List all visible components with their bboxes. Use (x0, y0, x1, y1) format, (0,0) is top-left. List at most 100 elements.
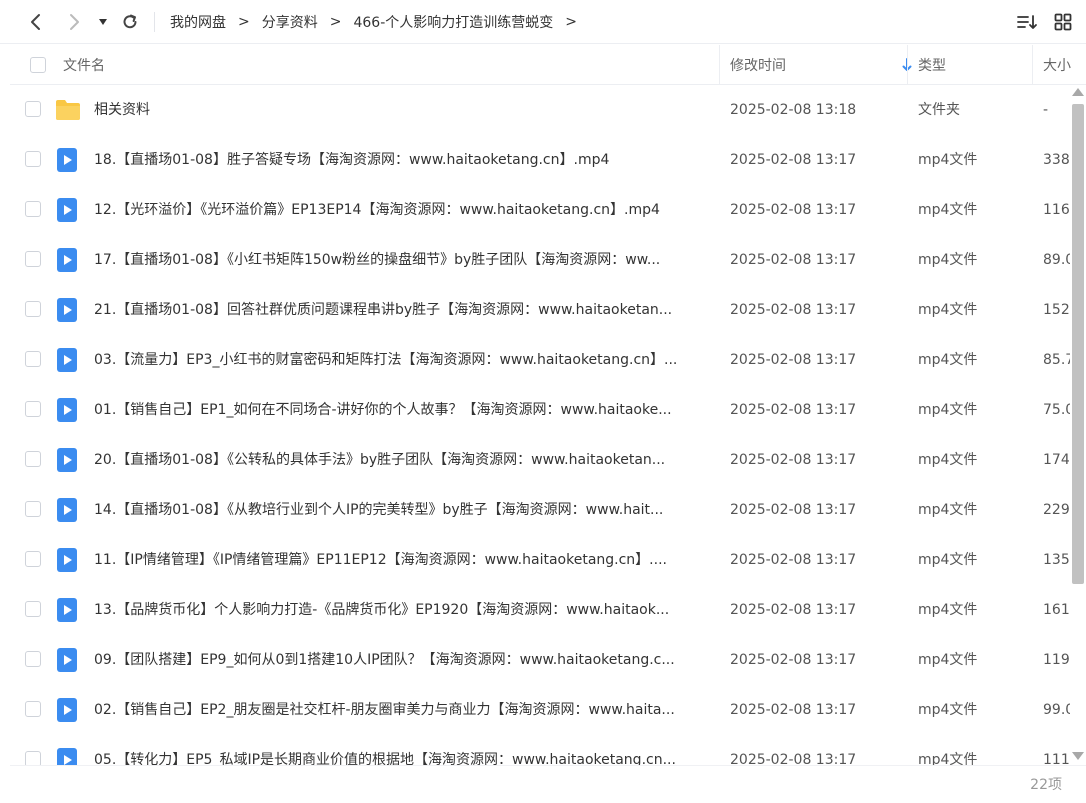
file-row[interactable]: 01.【销售自己】EP1_如何在不同场合-讲好你的个人故事？【海淘资源网：www… (10, 385, 1070, 435)
file-row[interactable]: 21.【直播场01-08】回答社群优质问题课程串讲by胜子【海淘资源网：www.… (10, 285, 1070, 335)
column-divider[interactable] (907, 45, 908, 85)
row-checkbox[interactable] (25, 301, 41, 317)
file-modified-time: 2025-02-08 13:17 (730, 602, 857, 618)
status-bar: 22项 (10, 765, 1086, 803)
file-type: mp4文件 (918, 752, 978, 765)
file-row[interactable]: 相关资料 2025-02-08 13:18 文件夹 - (10, 85, 1070, 135)
file-row[interactable]: 17.【直播场01-08】《小红书矩阵150w粉丝的操盘细节》by胜子团队【海淘… (10, 235, 1070, 285)
row-checkbox[interactable] (25, 501, 41, 517)
scrollbar-thumb[interactable] (1072, 104, 1084, 584)
scroll-up-arrow-icon[interactable] (1072, 88, 1084, 96)
file-type: mp4文件 (918, 552, 978, 568)
chevron-left-icon (31, 14, 40, 30)
file-modified-time: 2025-02-08 13:17 (730, 552, 857, 568)
file-size: 161 (1043, 602, 1070, 618)
row-checkbox[interactable] (25, 751, 41, 765)
file-modified-time: 2025-02-08 13:17 (730, 752, 857, 765)
file-modified-time: 2025-02-08 13:17 (730, 252, 857, 268)
file-name: 09.【团队搭建】EP9_如何从0到1搭建10人IP团队？【海淘资源网：www.… (94, 652, 675, 668)
toolbar-divider (154, 12, 155, 32)
checkbox-box (25, 601, 41, 617)
row-checkbox[interactable] (25, 151, 41, 167)
sort-button[interactable] (1015, 10, 1039, 34)
file-size: 229 (1043, 502, 1070, 518)
breadcrumb-item-root[interactable]: 我的网盘 (170, 12, 226, 32)
view-toggle-button[interactable] (1051, 10, 1075, 34)
file-type: mp4文件 (918, 352, 978, 368)
row-checkbox[interactable] (25, 701, 41, 717)
file-modified-time: 2025-02-08 13:17 (730, 702, 857, 718)
row-checkbox[interactable] (25, 451, 41, 467)
file-list: 相关资料 2025-02-08 13:18 文件夹 - 18.【直播场01-08】胜子答… (10, 85, 1070, 765)
breadcrumb-item-shared[interactable]: 分享资料 (262, 12, 318, 32)
checkbox-box (30, 57, 46, 73)
refresh-icon (123, 14, 137, 29)
file-modified-time: 2025-02-08 13:17 (730, 402, 857, 418)
file-row[interactable]: 11.【IP情绪管理】《IP情绪管理篇》EP11EP12【海淘资源网：www.h… (10, 535, 1070, 585)
row-checkbox[interactable] (25, 351, 41, 367)
file-row[interactable]: 13.【品牌货币化】个人影响力打造-《品牌货币化》EP1920【海淘资源网：ww… (10, 585, 1070, 635)
history-dropdown-button[interactable] (94, 8, 112, 36)
row-checkbox[interactable] (25, 251, 41, 267)
checkbox-box (25, 301, 41, 317)
file-type: 文件夹 (918, 102, 960, 118)
row-checkbox[interactable] (25, 101, 41, 117)
file-size: 152 (1043, 302, 1070, 318)
column-header-type[interactable]: 类型 (918, 45, 946, 85)
video-file-icon (55, 748, 79, 765)
file-modified-time: 2025-02-08 13:17 (730, 302, 857, 318)
forward-button[interactable] (60, 8, 88, 36)
select-all-checkbox[interactable] (30, 45, 46, 85)
file-type: mp4文件 (918, 602, 978, 618)
column-header-name[interactable]: 文件名 (63, 45, 105, 85)
vertical-scrollbar[interactable] (1070, 88, 1086, 760)
file-row[interactable]: 05.【转化力】EP5_私域IP是长期商业价值的根据地【海淘资源网：www.ha… (10, 735, 1070, 765)
file-type: mp4文件 (918, 252, 978, 268)
checkbox-box (25, 751, 41, 765)
video-file-icon (55, 198, 79, 222)
file-name: 21.【直播场01-08】回答社群优质问题课程串讲by胜子【海淘资源网：www.… (94, 302, 673, 318)
sort-list-icon (1017, 15, 1037, 29)
row-checkbox[interactable] (25, 551, 41, 567)
row-checkbox[interactable] (25, 201, 41, 217)
file-type: mp4文件 (918, 452, 978, 468)
folder-icon (55, 98, 80, 122)
file-name: 18.【直播场01-08】胜子答疑专场【海淘资源网：www.haitaoketa… (94, 152, 610, 168)
file-row[interactable]: 14.【直播场01-08】《从教培行业到个人IP的完美转型》by胜子【海淘资源网… (10, 485, 1070, 535)
file-name: 相关资料 (94, 102, 150, 118)
file-type: mp4文件 (918, 202, 978, 218)
column-header-time[interactable]: 修改时间 (730, 45, 918, 85)
file-type: mp4文件 (918, 702, 978, 718)
scroll-down-arrow-icon[interactable] (1072, 752, 1084, 760)
column-divider[interactable] (1032, 45, 1033, 85)
row-checkbox[interactable] (25, 651, 41, 667)
file-size: 119 (1043, 652, 1070, 668)
file-row[interactable]: 02.【销售自己】EP2_朋友圈是社交杠杆-朋友圈审美力与商业力【海淘资源网：w… (10, 685, 1070, 735)
file-size: 89.0 (1043, 252, 1070, 268)
file-type: mp4文件 (918, 652, 978, 668)
row-checkbox[interactable] (25, 601, 41, 617)
column-divider[interactable] (719, 45, 720, 85)
file-row[interactable]: 12.【光环溢价】《光环溢价篇》EP13EP14【海淘资源网：www.haita… (10, 185, 1070, 235)
refresh-button[interactable] (116, 8, 144, 36)
breadcrumb-separator: > (565, 14, 577, 30)
checkbox-box (25, 351, 41, 367)
file-size: 75.0 (1043, 402, 1070, 418)
breadcrumb: 我的网盘 > 分享资料 > 466-个人影响力打造训练营蜕变 > (170, 0, 589, 44)
breadcrumb-item-current[interactable]: 466-个人影响力打造训练营蜕变 (353, 12, 553, 32)
file-row[interactable]: 03.【流量力】EP3_小红书的财富密码和矩阵打法【海淘资源网：www.hait… (10, 335, 1070, 385)
video-file-icon (55, 298, 79, 322)
file-size: 116 (1043, 202, 1070, 218)
checkbox-box (25, 701, 41, 717)
file-row[interactable]: 20.【直播场01-08】《公转私的具体手法》by胜子团队【海淘资源网：www.… (10, 435, 1070, 485)
back-button[interactable] (22, 8, 50, 36)
video-file-icon (55, 498, 79, 522)
file-modified-time: 2025-02-08 13:17 (730, 352, 857, 368)
file-row[interactable]: 09.【团队搭建】EP9_如何从0到1搭建10人IP团队？【海淘资源网：www.… (10, 635, 1070, 685)
file-size: 85.7 (1043, 352, 1070, 368)
file-name: 13.【品牌货币化】个人影响力打造-《品牌货币化》EP1920【海淘资源网：ww… (94, 602, 670, 618)
file-row[interactable]: 18.【直播场01-08】胜子答疑专场【海淘资源网：www.haitaoketa… (10, 135, 1070, 185)
column-header-size[interactable]: 大小 (1043, 45, 1071, 85)
row-checkbox[interactable] (25, 401, 41, 417)
checkbox-box (25, 201, 41, 217)
